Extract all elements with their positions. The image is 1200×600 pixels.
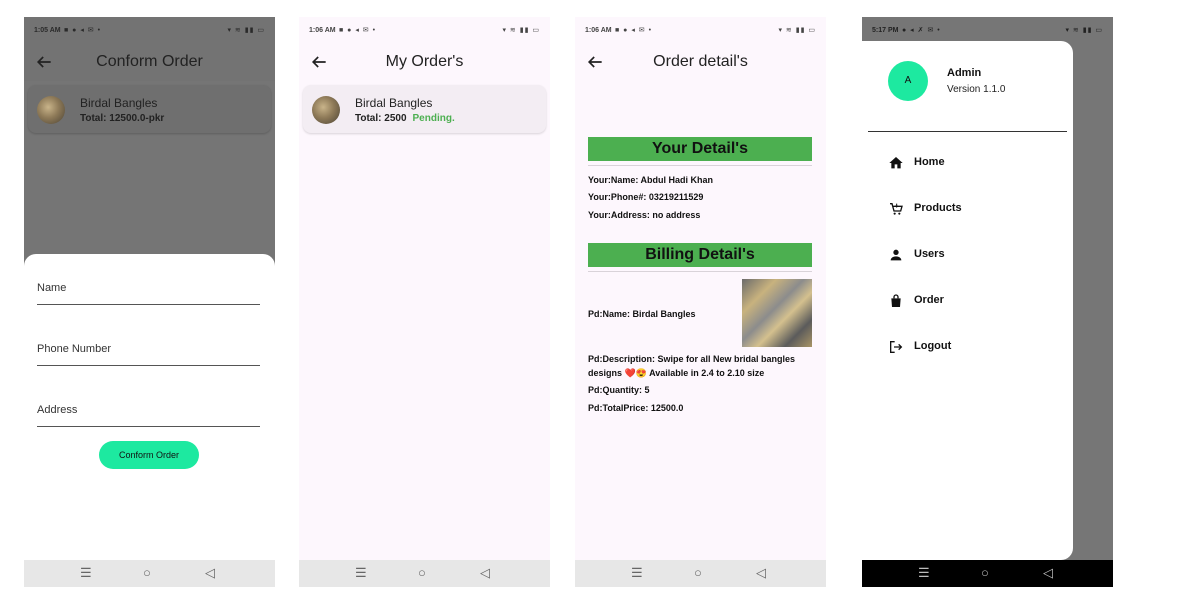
menu-icon[interactable]: ☰ (355, 565, 367, 581)
person-icon (890, 249, 902, 261)
item-title: Birdal Bangles (355, 96, 433, 110)
app-bar: My Order's (299, 47, 550, 81)
app-version: Version 1.1.0 (947, 84, 1006, 95)
customer-address: Your:Address: no address (588, 210, 701, 220)
notification-icons: ■ ● ◂ ✉ • (64, 27, 102, 34)
home-circle-icon[interactable]: ○ (418, 565, 426, 580)
notification-icons: ■ ● ◂ ✉ • (615, 27, 653, 34)
status-time: 1:05 AM (34, 27, 61, 34)
order-item-card[interactable]: Birdal Bangles Total: 12500.0-pkr (28, 85, 271, 133)
bottom-sheet: Name Phone Number Address Conform Order (24, 254, 275, 560)
order-item-card[interactable]: Birdal Bangles Total: 2500 Pending. (303, 85, 546, 133)
product-image (742, 279, 812, 347)
system-nav-bar: ☰ ○ ◁ (299, 560, 550, 587)
drawer-item-logout[interactable]: Logout (888, 336, 1068, 360)
product-thumbnail (37, 96, 65, 124)
admin-drawer-screen: 5:17 PM ● ◂ ✗ ✉ • ▾ ≋ ▮▮ ▭ A Admin Versi… (862, 17, 1113, 587)
page-title: Order detail's (653, 53, 748, 70)
status-time: 1:06 AM (309, 27, 336, 34)
system-nav-bar: ☰ ○ ◁ (24, 560, 275, 587)
product-description: Pd:Description: Swipe for all New bridal… (588, 354, 796, 378)
divider (588, 165, 812, 166)
status-bar: 1:05 AM ■ ● ◂ ✉ • ▾ ≋ ▮▮ ▭ (24, 17, 275, 47)
app-bar: Conform Order (24, 47, 275, 81)
app-bar: Order detail's (575, 47, 826, 81)
navigation-drawer: A Admin Version 1.1.0 Home Products User… (862, 41, 1073, 560)
item-title: Birdal Bangles (80, 96, 158, 110)
status-time: 1:06 AM (585, 27, 612, 34)
notification-icons: ■ ● ◂ ✉ • (339, 27, 377, 34)
home-icon (889, 157, 903, 169)
avatar: A (888, 61, 928, 101)
conform-order-screen: 1:05 AM ■ ● ◂ ✉ • ▾ ≋ ▮▮ ▭ Conform Order… (24, 17, 275, 587)
drawer-item-label: Products (914, 202, 962, 214)
signal-battery-icons: ▾ ≋ ▮▮ ▭ (227, 27, 265, 34)
customer-phone: Your:Phone#: 03219211529 (588, 192, 704, 202)
page-title: My Order's (385, 53, 464, 70)
user-name: Admin (947, 67, 982, 79)
product-total-price: Pd:TotalPrice: 12500.0 (588, 403, 684, 413)
system-nav-bar: ☰ ○ ◁ (862, 560, 1113, 587)
drawer-item-products[interactable]: Products (888, 198, 1068, 222)
drawer-item-label: Logout (914, 340, 952, 352)
cart-icon (890, 203, 903, 215)
phone-field[interactable]: Phone Number (37, 335, 260, 366)
home-circle-icon[interactable]: ○ (981, 565, 989, 580)
menu-icon[interactable]: ☰ (80, 565, 92, 581)
product-thumbnail (312, 96, 340, 124)
your-details-header: Your Detail's (588, 137, 812, 161)
drawer-item-order[interactable]: Order (888, 290, 1068, 314)
back-triangle-icon[interactable]: ◁ (205, 565, 215, 581)
status-bar: 1:06 AM ■ ● ◂ ✉ • ▾ ≋ ▮▮ ▭ (575, 17, 826, 47)
status-time: 5:17 PM (872, 27, 899, 34)
billing-details-header: Billing Detail's (588, 243, 812, 267)
divider (868, 131, 1067, 132)
page-title: Conform Order (96, 53, 203, 70)
signal-battery-icons: ▾ ≋ ▮▮ ▭ (778, 27, 816, 34)
notification-icons: ● ◂ ✗ ✉ • (902, 27, 941, 34)
item-total: Total: 12500.0-pkr (80, 113, 165, 124)
conform-order-button[interactable]: Conform Order (99, 441, 199, 469)
back-triangle-icon[interactable]: ◁ (1043, 565, 1053, 581)
product-name: Pd:Name: Birdal Bangles (588, 309, 696, 319)
system-nav-bar: ☰ ○ ◁ (575, 560, 826, 587)
name-field[interactable]: Name (37, 274, 260, 305)
signal-battery-icons: ▾ ≋ ▮▮ ▭ (502, 27, 540, 34)
back-triangle-icon[interactable]: ◁ (480, 565, 490, 581)
customer-name: Your:Name: Abdul Hadi Khan (588, 175, 714, 185)
signal-battery-icons: ▾ ≋ ▮▮ ▭ (1065, 27, 1103, 34)
back-triangle-icon[interactable]: ◁ (756, 565, 766, 581)
menu-icon[interactable]: ☰ (918, 565, 930, 581)
drawer-item-label: Order (914, 294, 944, 306)
status-bar: 1:06 AM ■ ● ◂ ✉ • ▾ ≋ ▮▮ ▭ (299, 17, 550, 47)
home-circle-icon[interactable]: ○ (143, 565, 151, 580)
home-circle-icon[interactable]: ○ (694, 565, 702, 580)
product-quantity: Pd:Quantity: 5 (588, 385, 650, 395)
address-field[interactable]: Address (37, 396, 260, 427)
order-detail-screen: 1:06 AM ■ ● ◂ ✉ • ▾ ≋ ▮▮ ▭ Order detail'… (575, 17, 826, 587)
drawer-item-users[interactable]: Users (888, 244, 1068, 268)
divider (588, 271, 812, 272)
drawer-item-home[interactable]: Home (888, 152, 1068, 176)
item-total: Total: 2500 (355, 113, 407, 124)
drawer-item-label: Users (914, 248, 945, 260)
my-orders-screen: 1:06 AM ■ ● ◂ ✉ • ▾ ≋ ▮▮ ▭ My Order's Bi… (299, 17, 550, 587)
item-total-row: Total: 2500 Pending. (355, 113, 455, 124)
logout-icon (890, 341, 903, 353)
address-field-label: Address (37, 404, 78, 416)
menu-icon[interactable]: ☰ (631, 565, 643, 581)
bag-icon (891, 294, 901, 307)
name-field-label: Name (37, 282, 67, 294)
status-badge: Pending. (412, 113, 455, 124)
phone-field-label: Phone Number (37, 343, 111, 355)
drawer-item-label: Home (914, 156, 945, 168)
